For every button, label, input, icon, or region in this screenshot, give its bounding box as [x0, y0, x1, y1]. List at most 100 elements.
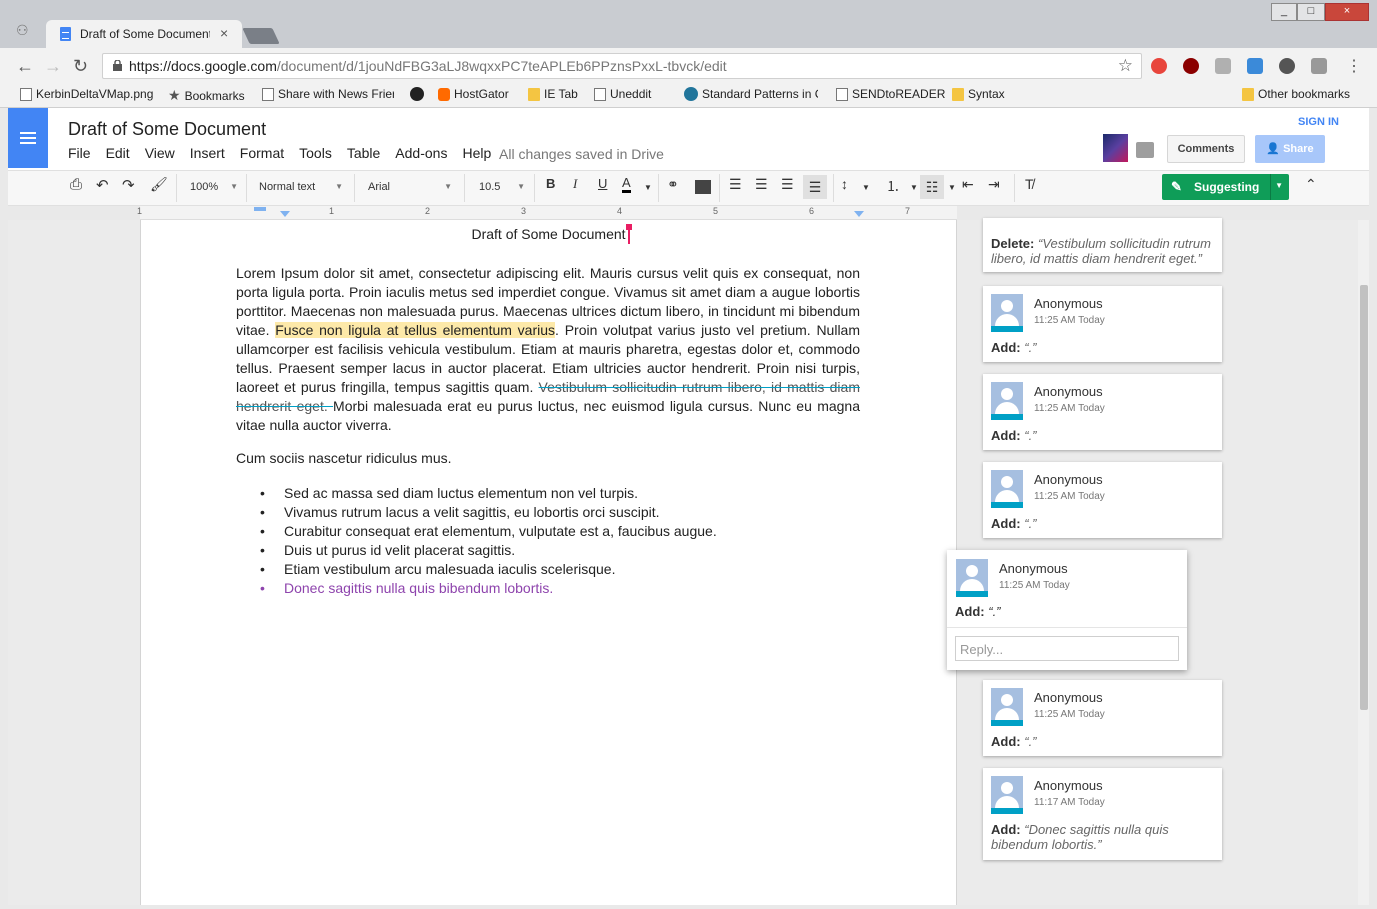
first-line-indent-marker[interactable]	[254, 207, 266, 211]
collapse-menus-icon[interactable]: ⌃	[1305, 176, 1317, 193]
style-select[interactable]: Normal text ▼	[259, 176, 343, 198]
redo-icon[interactable]: ↷	[122, 176, 135, 194]
bookmark-item[interactable]: ★ Bookmarks	[168, 87, 245, 104]
suggested-list-item[interactable]: Donec sagittis nulla quis bibendum lobor…	[260, 579, 717, 598]
list-item[interactable]: Etiam vestibulum arcu malesuada iaculis …	[260, 560, 717, 579]
align-right-icon[interactable]: ☰	[781, 176, 794, 193]
minimize-button[interactable]: _	[1271, 3, 1297, 21]
close-window-button[interactable]: ×	[1325, 3, 1369, 21]
suggestion-card[interactable]: Anonymous 11:25 AM Today Add: “.”	[983, 286, 1222, 362]
comment-icon[interactable]	[695, 180, 711, 194]
list-item[interactable]: Duis ut purus id velit placerat sagittis…	[260, 541, 717, 560]
align-left-icon[interactable]: ☰	[729, 176, 742, 193]
menu-view[interactable]: View	[145, 145, 175, 161]
extension-globe-icon[interactable]	[1279, 58, 1295, 74]
bold-button[interactable]: B	[546, 176, 555, 191]
text-color-button[interactable]: A	[622, 176, 631, 193]
suggesting-mode-button[interactable]: ✎ Suggesting ▼	[1162, 174, 1289, 200]
sign-in-link[interactable]: SIGN IN	[1298, 116, 1339, 128]
menu-help[interactable]: Help	[462, 145, 491, 161]
line-spacing-icon[interactable]: ↕	[841, 176, 848, 192]
suggestion-card[interactable]: Anonymous 11:17 AM Today Add: “Donec sag…	[983, 768, 1222, 860]
bookmark-star-icon[interactable]: ☆	[1118, 56, 1133, 76]
suggestion-card[interactable]: Delete: “Vestibulum sollicitudin rutrum …	[983, 218, 1222, 272]
list-item[interactable]: Sed ac massa sed diam luctus elementum n…	[260, 484, 717, 503]
decrease-indent-icon[interactable]: ⇤	[962, 176, 974, 193]
chevron-down-icon[interactable]: ▼	[644, 183, 652, 192]
menu-format[interactable]: Format	[240, 145, 284, 161]
bookmark-item[interactable]: Uneddit	[594, 87, 651, 101]
left-indent-marker[interactable]	[280, 211, 290, 217]
extension-grid-icon[interactable]	[1215, 58, 1231, 74]
bulleted-list-icon[interactable]: ☷	[920, 175, 944, 199]
suggestion-card[interactable]: Anonymous 11:25 AM Today Add: “.”	[983, 462, 1222, 538]
document-heading[interactable]: Draft of Some Document	[140, 226, 957, 242]
extension-s-icon[interactable]	[1311, 58, 1327, 74]
bookmark-item[interactable]: IE Tab	[528, 87, 578, 101]
chevron-down-icon[interactable]: ▼	[910, 183, 918, 192]
bookmark-item[interactable]: Standard Patterns in C	[684, 87, 818, 101]
back-icon[interactable]: ←	[16, 56, 34, 77]
forward-icon[interactable]: →	[44, 56, 62, 77]
share-button[interactable]: 👤 Share	[1255, 135, 1325, 163]
menu-tools[interactable]: Tools	[299, 145, 332, 161]
ublock-icon[interactable]	[1183, 58, 1199, 74]
menu-addons[interactable]: Add-ons	[395, 145, 447, 161]
bookmark-item[interactable]: KerbinDeltaVMap.png	[20, 87, 153, 101]
chat-icon[interactable]	[1136, 142, 1154, 158]
maximize-button[interactable]: □	[1297, 3, 1325, 21]
suggestion-card[interactable]: Anonymous 11:25 AM Today Add: “.”	[983, 374, 1222, 450]
zoom-select[interactable]: 100% ▼	[190, 176, 238, 198]
font-select[interactable]: Arial ▼	[368, 176, 452, 198]
bookmark-item[interactable]: Syntax	[952, 87, 1005, 101]
browser-tab[interactable]: Draft of Some Document ×	[46, 20, 242, 48]
chevron-down-icon[interactable]: ▼	[948, 183, 956, 192]
underline-button[interactable]: U	[598, 176, 607, 191]
menu-file[interactable]: File	[68, 145, 91, 161]
profile-icon[interactable]: ⚇	[16, 22, 29, 39]
chevron-down-icon[interactable]: ▼	[862, 183, 870, 192]
bookmark-item[interactable]: SENDtoREADER	[836, 87, 945, 101]
paragraph-2[interactable]: Cum sociis nascetur ridiculus mus.	[236, 450, 452, 466]
paragraph-1[interactable]: Lorem Ipsum dolor sit amet, consectetur …	[236, 264, 860, 435]
link-icon[interactable]: ⚭	[667, 176, 679, 193]
print-icon[interactable]: ⎙	[70, 176, 82, 193]
bookmark-item[interactable]: HostGator	[438, 87, 509, 101]
justify-icon[interactable]: ☰	[803, 175, 827, 199]
paint-format-icon[interactable]: 🖌	[150, 176, 168, 193]
bookmark-item[interactable]: Share with News Frier	[262, 87, 394, 101]
numbered-list-icon[interactable]: ⒈	[886, 176, 900, 196]
extension-ghost-icon[interactable]	[1247, 58, 1263, 74]
suggestion-card[interactable]: Anonymous 11:25 AM Today Add: “.”	[983, 680, 1222, 756]
document-title[interactable]: Draft of Some Document	[68, 119, 266, 140]
align-center-icon[interactable]: ☰	[755, 176, 768, 193]
list-item[interactable]: Curabitur consequat erat elementum, vulp…	[260, 522, 717, 541]
ruler[interactable]: 1 1 2 3 4 5 6 7	[137, 206, 957, 220]
comments-button[interactable]: Comments	[1167, 135, 1245, 163]
active-suggestion-card[interactable]: Anonymous 11:25 AM Today Add: “.” Reply.…	[947, 550, 1187, 670]
list-item[interactable]: Vivamus rutrum lacus a velit sagittis, e…	[260, 503, 717, 522]
avatar[interactable]	[1103, 134, 1128, 162]
font-size-select[interactable]: 10.5 ▼	[479, 176, 525, 198]
menu-edit[interactable]: Edit	[106, 145, 130, 161]
menu-table[interactable]: Table	[347, 145, 380, 161]
save-status[interactable]: All changes saved in Drive	[499, 146, 664, 162]
reply-input[interactable]: Reply...	[955, 636, 1179, 661]
other-bookmarks[interactable]: Other bookmarks	[1242, 87, 1350, 101]
chrome-menu-icon[interactable]: ⋮	[1346, 56, 1362, 76]
folder-icon	[1242, 87, 1254, 101]
increase-indent-icon[interactable]: ⇥	[988, 176, 1000, 193]
right-indent-marker[interactable]	[854, 211, 864, 217]
tab-close-icon[interactable]: ×	[220, 25, 228, 41]
docs-home-icon[interactable]	[8, 108, 48, 168]
scrollbar-thumb[interactable]	[1360, 285, 1368, 710]
highlighted-text[interactable]: Fusce non ligula at tellus elementum var…	[275, 322, 556, 338]
menu-insert[interactable]: Insert	[190, 145, 225, 161]
italic-button[interactable]: I	[573, 176, 577, 192]
reload-icon[interactable]: ↻	[73, 56, 88, 77]
undo-icon[interactable]: ↶	[96, 176, 109, 194]
address-bar[interactable]: https://docs.google.com/document/d/1jouN…	[102, 53, 1142, 79]
clear-formatting-icon[interactable]: T̸	[1025, 176, 1034, 192]
bookmark-item[interactable]	[410, 87, 424, 101]
extension-shield-icon[interactable]	[1151, 58, 1167, 74]
